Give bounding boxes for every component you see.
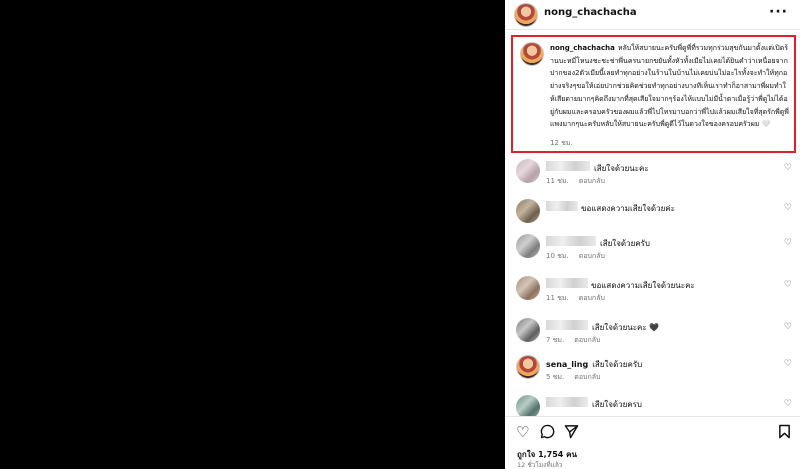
post-side-panel: nong_chachacha ··· nong_chachacha หลับให้… [505,0,800,469]
comment-meta: 11 ชม. ตอบกลับ [546,293,605,304]
post-actions-bar: ♡ ถูกใจ 1,754 คน 12 ชั่วโมงที่แล้ว [505,416,800,469]
blurred-username [546,278,588,288]
comment-meta: 7 ชม. ตอบกลับ [546,335,600,346]
heart-icon[interactable]: ♡ [784,399,792,409]
avatar[interactable] [516,276,540,300]
caption-text: หลับให้สบายนะครับพี่ดูพี่ที่รวมทุกร่วมสุ… [550,44,789,129]
avatar[interactable] [520,42,544,66]
comment-item: sena_ling เสียใจด้วยครับ 5 ชม. ตอบกลับ ♡ [505,355,800,387]
heart-icon[interactable]: ♡ [784,203,792,213]
comment-item: ขอแสดงความเสียใจด้วยค่ะ ♡ [505,199,800,231]
avatar[interactable] [516,199,540,223]
avatar[interactable] [516,318,540,342]
comment-item: เสียใจด้วยนะคะ 11 ชม. ตอบกลับ ♡ [505,159,800,191]
comment-item: ขอแสดงความเสียใจด้วยนะคะ 11 ชม. ตอบกลับ ♡ [505,276,800,308]
reply-link[interactable]: ตอบกลับ [574,336,600,344]
comment-meta: 10 ชม. ตอบกลับ [546,251,605,262]
comment-text: ขอแสดงความเสียใจด้วยนะคะ [591,281,695,290]
comment-text: เสียใจด้วยครบ [592,400,642,409]
caption-time: 12 ชม. [550,139,573,147]
post-header: nong_chachacha ··· [505,0,800,30]
comment-item: เสียใจด้วยนะคะ 🖤 7 ชม. ตอบกลับ ♡ [505,318,800,350]
comment-meta: 5 ชม. ตอบกลับ [546,372,600,383]
caption-username[interactable]: nong_chachacha [550,44,615,52]
reply-link[interactable]: ตอบกลับ [579,294,605,302]
comment-text: เสียใจด้วยครับ [592,360,643,369]
comment-time: 11 ชม. [546,177,569,185]
heart-icon[interactable]: ♡ [784,238,792,248]
caption-highlight: nong_chachacha หลับให้สบายนะครับพี่ดูพี่ท… [511,35,796,153]
post-viewer: nong_chachacha ··· nong_chachacha หลับให้… [0,0,800,469]
comment-text: เสียใจด้วยครับ [600,239,650,248]
comment-text: เสียใจด้วยนะคะ [594,164,649,173]
avatar[interactable] [516,234,540,258]
avatar[interactable] [516,355,540,379]
post-timestamp: 12 ชั่วโมงที่แล้ว [517,461,563,469]
avatar[interactable] [516,159,540,183]
comment-time: 5 ชม. [546,373,565,381]
blurred-username [546,397,588,407]
comment-icon[interactable] [540,424,555,442]
reply-link[interactable]: ตอบกลับ [579,177,605,185]
comment-time: 11 ชม. [546,294,569,302]
comment-time: 10 ชม. [546,252,569,260]
comment-item: เสียใจด้วยครับ 10 ชม. ตอบกลับ ♡ [505,234,800,266]
avatar[interactable] [514,3,538,27]
blurred-username [546,161,590,171]
heart-icon[interactable]: ♡ [784,163,792,173]
comment-text: ขอแสดงความเสียใจด้วยค่ะ [581,204,675,213]
post-author-username[interactable]: nong_chachacha [544,7,637,18]
heart-icon[interactable]: ♡ [784,322,792,332]
share-icon[interactable] [564,424,579,442]
blurred-username [546,201,578,211]
heart-icon[interactable]: ♡ [784,359,792,369]
heart-icon[interactable]: ♡ [784,280,792,290]
more-horizontal-icon[interactable]: ··· [769,4,788,20]
blurred-username [546,236,596,246]
heart-icon[interactable]: ♡ [516,424,529,440]
comment-meta: 11 ชม. ตอบกลับ [546,176,605,187]
reply-link[interactable]: ตอบกลับ [574,373,600,381]
blurred-username [546,320,588,330]
comment-username[interactable]: sena_ling [546,360,588,369]
comment-time: 7 ชม. [546,336,565,344]
comment-text-line: sena_ling เสียใจด้วยครับ [546,358,642,371]
reply-link[interactable]: ตอบกลับ [579,252,605,260]
caption-text-block: nong_chachacha หลับให้สบายนะครับพี่ดูพี่ท… [550,42,790,131]
comment-text: เสียใจด้วยนะคะ 🖤 [592,323,660,332]
bookmark-icon[interactable] [778,424,791,442]
